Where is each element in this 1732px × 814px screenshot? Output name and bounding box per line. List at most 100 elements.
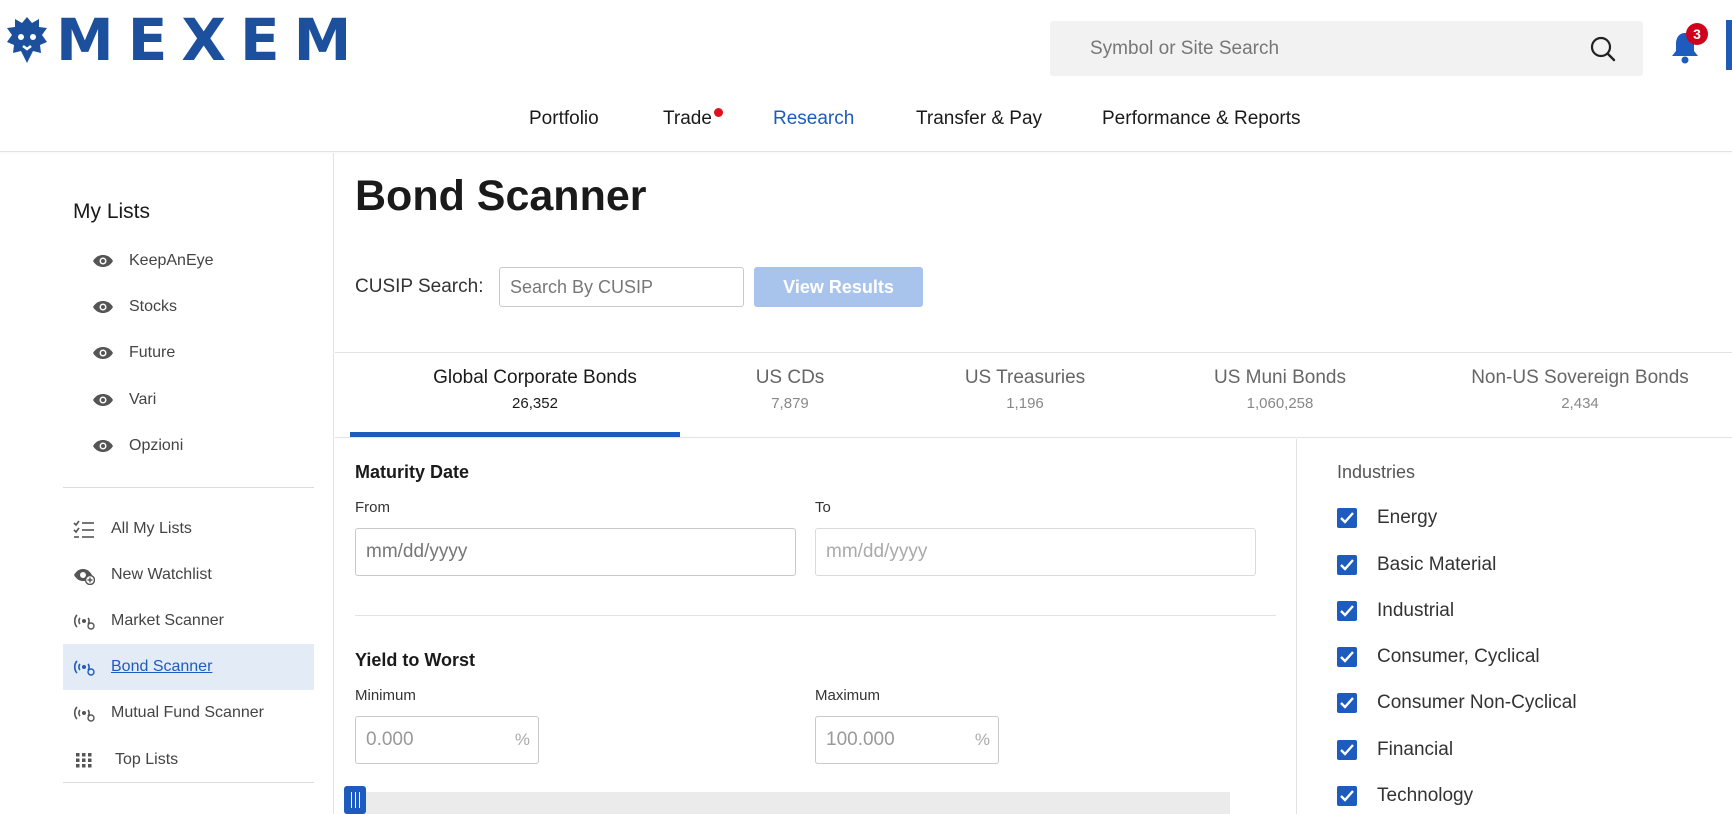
yield-min-label: Minimum <box>355 687 416 704</box>
nav-portfolio[interactable]: Portfolio <box>529 108 599 130</box>
tab-us-muni-bonds[interactable]: US Muni Bonds 1,060,258 <box>1165 367 1395 412</box>
industry-checkbox-financial[interactable]: Financial <box>1337 737 1453 763</box>
my-lists-title: My Lists <box>73 200 151 223</box>
filters-column-divider <box>1296 439 1297 814</box>
scanner-icon <box>73 660 95 676</box>
list-item-label: Stocks <box>129 298 178 315</box>
percent-unit: % <box>514 730 530 749</box>
yield-min-input[interactable] <box>356 717 506 763</box>
account-button-edge[interactable] <box>1726 20 1732 70</box>
yield-max-input[interactable] <box>816 717 966 763</box>
tab-global-corporate-bonds[interactable]: Global Corporate Bonds 26,352 <box>370 367 700 412</box>
sidebar-link-new-watchlist[interactable]: New Watchlist <box>63 552 314 598</box>
filter-divider <box>355 615 1276 616</box>
sidebar-link-label: Bond Scanner <box>111 658 213 675</box>
eye-icon <box>93 301 113 313</box>
industry-checkbox-consumer-cyclical[interactable]: Consumer, Cyclical <box>1337 644 1540 670</box>
maturity-to-input[interactable] <box>815 528 1256 576</box>
sidebar-link-label: All My Lists <box>111 520 192 537</box>
maturity-from-input[interactable] <box>355 528 796 576</box>
search-icon[interactable] <box>1589 35 1617 63</box>
sidebar: My Lists KeepAnEye Stocks Future Vari Op… <box>0 153 334 814</box>
industry-checkbox-basic-material[interactable]: Basic Material <box>1337 552 1496 578</box>
yield-max-field: % <box>815 716 999 764</box>
tab-label: Non-US Sovereign Bonds <box>1471 367 1689 388</box>
nav-transfer-pay[interactable]: Transfer & Pay <box>916 108 1042 130</box>
eye-plus-icon <box>74 569 95 585</box>
sidebar-link-mutual-fund-scanner[interactable]: Mutual Fund Scanner <box>63 690 314 736</box>
tab-count: 1,060,258 <box>1246 395 1314 412</box>
checklist-icon <box>73 520 94 538</box>
sidebar-divider <box>63 782 314 783</box>
tab-label: US CDs <box>755 367 825 388</box>
site-search <box>1050 21 1643 76</box>
bond-type-tabs: Global Corporate Bonds 26,352 US CDs 7,8… <box>335 352 1732 438</box>
industry-checkbox-energy[interactable]: Energy <box>1337 505 1437 531</box>
maturity-from-label: From <box>355 499 390 516</box>
eye-icon <box>93 394 113 406</box>
nav-research[interactable]: Research <box>773 108 854 130</box>
industry-checkbox-consumer-non-cyclical[interactable]: Consumer Non-Cyclical <box>1337 690 1577 716</box>
yield-range-slider-track[interactable] <box>344 792 1230 814</box>
checkbox-checked[interactable] <box>1337 693 1357 713</box>
checkbox-checked[interactable] <box>1337 555 1357 575</box>
sidebar-link-label: Top Lists <box>115 751 179 768</box>
checkmark-icon <box>1340 744 1354 756</box>
sidebar-link-bond-scanner[interactable]: Bond Scanner <box>63 644 314 690</box>
view-results-button[interactable]: View Results <box>754 267 923 307</box>
lion-logo-icon <box>7 17 47 63</box>
industry-label: Technology <box>1377 785 1474 806</box>
yield-range-slider-handle[interactable] <box>344 786 366 814</box>
maturity-date-title: Maturity Date <box>355 462 470 482</box>
list-item-label: KeepAnEye <box>129 252 214 269</box>
industry-label: Basic Material <box>1377 554 1497 575</box>
eye-icon <box>93 440 113 452</box>
notification-badge: 3 <box>1686 23 1708 45</box>
list-item-future[interactable]: Future <box>92 339 175 367</box>
checkbox-checked[interactable] <box>1337 508 1357 528</box>
list-item-label: Vari <box>129 391 157 408</box>
sidebar-link-market-scanner[interactable]: Market Scanner <box>63 598 314 644</box>
tab-us-treasuries[interactable]: US Treasuries 1,196 <box>920 367 1130 412</box>
tab-label: US Muni Bonds <box>1213 367 1346 388</box>
list-item-vari[interactable]: Vari <box>92 386 156 414</box>
checkbox-checked[interactable] <box>1337 647 1357 667</box>
industry-label: Financial <box>1377 739 1454 760</box>
tab-us-cds[interactable]: US CDs 7,879 <box>715 367 865 412</box>
tab-label: Global Corporate Bonds <box>433 367 637 388</box>
checkbox-checked[interactable] <box>1337 740 1357 760</box>
yield-max-label: Maximum <box>815 687 881 704</box>
checkmark-icon <box>1340 605 1354 617</box>
tab-label: US Treasuries <box>964 367 1086 388</box>
yield-to-worst-title: Yield to Worst <box>355 650 476 670</box>
nav-performance-reports[interactable]: Performance & Reports <box>1102 108 1301 130</box>
nav-trade[interactable]: Trade <box>663 108 712 130</box>
tab-count: 7,879 <box>771 395 809 412</box>
tab-non-us-sovereign-bonds[interactable]: Non-US Sovereign Bonds 2,434 <box>1435 367 1725 412</box>
checkbox-checked[interactable] <box>1337 601 1357 621</box>
list-item-opzioni[interactable]: Opzioni <box>92 432 183 460</box>
industry-checkbox-technology[interactable]: Technology <box>1337 783 1473 809</box>
sidebar-link-all-my-lists[interactable]: All My Lists <box>63 506 314 552</box>
top-header: MEXEM 3 Portfolio Trade Research Transfe… <box>0 0 1732 152</box>
brand-logo[interactable]: MEXEM <box>6 6 366 74</box>
yield-min-field: % <box>355 716 539 764</box>
eye-icon <box>93 347 113 359</box>
tab-count: 26,352 <box>512 395 558 412</box>
page-title: Bond Scanner <box>355 172 647 220</box>
checkmark-icon <box>1340 512 1354 524</box>
list-item-label: Opzioni <box>129 437 184 454</box>
sidebar-link-label: Mutual Fund Scanner <box>111 704 264 721</box>
tab-count: 1,196 <box>1006 395 1044 412</box>
brand-name: MEXEM <box>56 6 366 74</box>
list-item-stocks[interactable]: Stocks <box>92 293 177 321</box>
industries-title: Industries <box>1337 462 1416 482</box>
site-search-input[interactable] <box>1050 21 1590 76</box>
list-item-label: Future <box>129 344 176 361</box>
industry-checkbox-industrial[interactable]: Industrial <box>1337 598 1454 624</box>
cusip-search-input[interactable] <box>499 267 744 307</box>
checkbox-checked[interactable] <box>1337 786 1357 806</box>
list-item-keepaneye[interactable]: KeepAnEye <box>92 247 214 275</box>
sidebar-link-label: Market Scanner <box>111 612 224 629</box>
sidebar-link-top-lists[interactable]: Top Lists <box>63 737 314 783</box>
